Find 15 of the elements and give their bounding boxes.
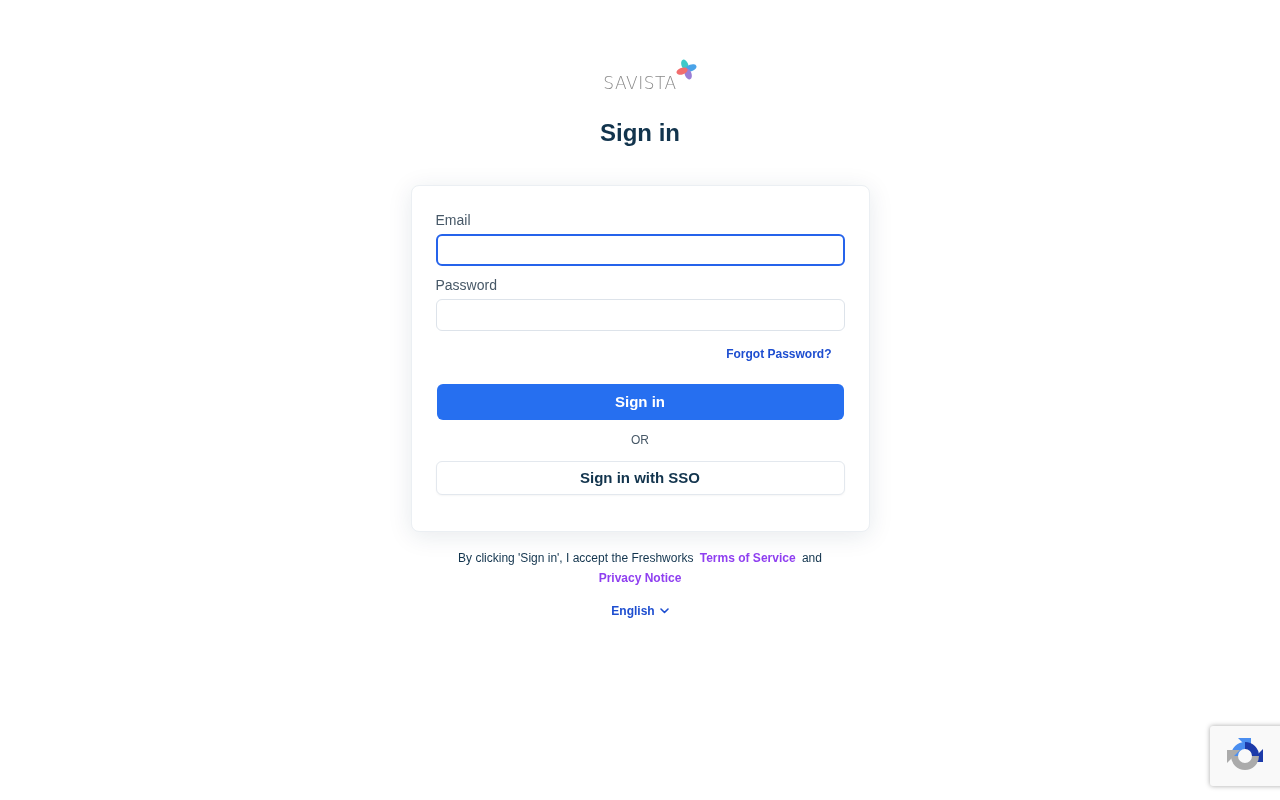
consent-text: By clicking 'Sign in', I accept the Freshworks Terms of Service and Privacy Notice [457,550,823,587]
sign-in-button[interactable]: Sign in [436,384,844,420]
terms-of-service-link[interactable]: Terms of Service [699,551,796,565]
forgot-password-link[interactable]: Forgot Password? [726,346,832,362]
sso-button[interactable]: Sign in with SSO [435,461,845,495]
field-label: Password [435,276,498,295]
privacy-notice-link[interactable]: Privacy Notice [598,571,682,585]
chevron-down-icon [659,608,669,614]
input-field[interactable] [435,234,845,266]
field-label: Email [435,211,472,230]
or-divider-text: OR [631,432,649,448]
page-title: Sign in [600,118,680,148]
logo-text: SAVISTA [603,73,677,93]
pinwheel-icon [675,59,697,80]
language-selector[interactable]: English [611,603,669,619]
